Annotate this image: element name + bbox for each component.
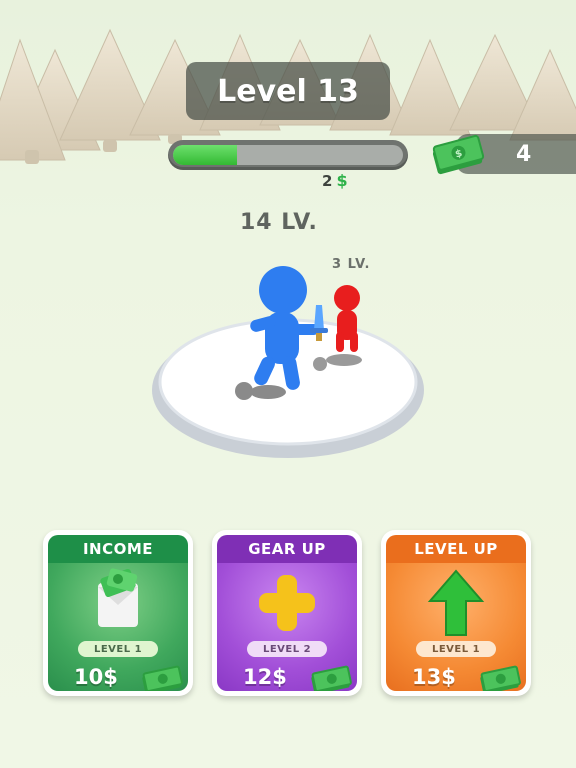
cash-stack-icon — [311, 665, 352, 691]
reward-amount: 2 — [322, 171, 333, 190]
gear-up-price: 12$ — [243, 665, 287, 689]
income-level: LEVEL 1 — [78, 641, 158, 657]
player-level-label: 14 LV. — [240, 210, 318, 235]
up-arrow-icon — [427, 569, 485, 636]
plus-icon — [259, 575, 315, 631]
cash-stack-icon — [142, 665, 183, 691]
income-title: INCOME — [48, 535, 188, 563]
cash-stack-icon: $ — [432, 134, 485, 175]
level-banner: Level 13 — [186, 62, 390, 120]
level-up-price: 13$ — [412, 665, 456, 689]
level-progress-bar — [168, 140, 408, 170]
gear-up-title: GEAR UP — [217, 535, 357, 563]
progress-reward: 2 $ — [322, 171, 348, 190]
level-up-level: LEVEL 1 — [416, 641, 496, 657]
income-upgrade-button[interactable]: INCOME LEVEL 1 10$ — [43, 530, 193, 696]
level-up-title: LEVEL UP — [386, 535, 526, 563]
gear-up-level: LEVEL 2 — [247, 641, 327, 657]
enemy-level-label: 3 LV. — [332, 257, 371, 272]
level-progress-fill — [173, 145, 238, 165]
level-label: Level 13 — [217, 73, 359, 109]
money-envelope-icon — [98, 568, 138, 627]
gear-up-upgrade-button[interactable]: GEAR UP LEVEL 2 12$ — [212, 530, 362, 696]
cash-stack-icon — [480, 665, 521, 691]
income-price: 10$ — [74, 665, 118, 689]
money-count: 4 — [516, 142, 532, 167]
dollar-icon: $ — [336, 171, 348, 190]
level-up-upgrade-button[interactable]: LEVEL UP LEVEL 1 13$ — [381, 530, 531, 696]
